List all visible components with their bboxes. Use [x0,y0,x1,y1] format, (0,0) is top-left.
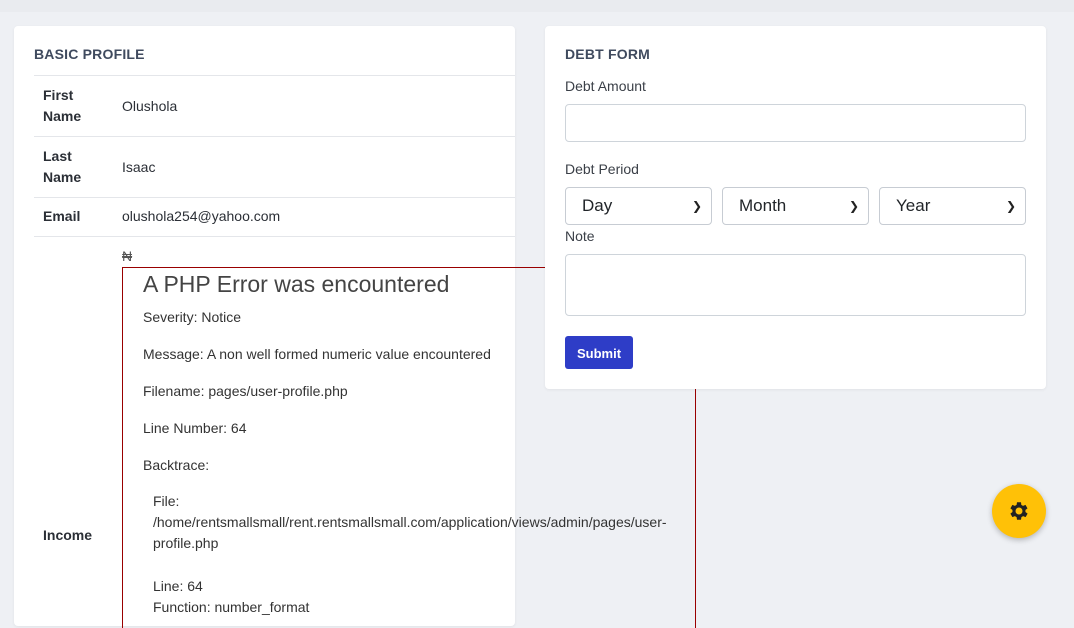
divider [34,136,515,137]
last-name-label: Last Name [43,148,82,185]
php-error-backtrace-label: Backtrace: [143,457,210,473]
backtrace-file-path: /home/rentsmallsmall/rent.rentsmallsmall… [153,514,667,551]
first-name-label: First Name [43,87,82,124]
backtrace-file-label: File: [153,493,180,509]
php-error-severity: Severity: Notice [143,309,242,325]
divider [34,197,515,198]
day-select-value: Day [582,196,613,215]
income-currency-symbol: ₦ [122,248,133,264]
basic-profile-title: BASIC PROFILE [34,46,145,62]
month-select-value: Month [739,196,787,215]
note-label: Note [565,228,595,244]
php-error-message: Message: A non well formed numeric value… [143,346,491,362]
php-error-line-number: Line Number: 64 [143,420,247,436]
debt-form-title: DEBT FORM [565,46,651,62]
divider [34,75,515,76]
settings-button[interactable] [992,484,1046,538]
gear-icon [1010,502,1028,520]
first-name-value: Olushola [122,98,178,114]
submit-button[interactable]: Submit [565,336,633,369]
day-select[interactable]: Day ❯ [565,187,712,225]
debt-amount-label: Debt Amount [565,78,646,94]
last-name-value: Isaac [122,159,156,175]
month-select[interactable]: Month ❯ [722,187,869,225]
chevron-down-icon: ❯ [691,199,702,213]
backtrace-line: Line: 64 [153,578,203,594]
debt-amount-input[interactable] [565,104,1026,142]
income-label: Income [43,527,93,543]
php-error-filename: Filename: pages/user-profile.php [143,383,348,399]
year-select-value: Year [896,196,931,215]
basic-profile-card: BASIC PROFILE First Name Olushola Last N… [14,26,696,628]
note-textarea[interactable] [565,254,1026,316]
chevron-down-icon: ❯ [1005,199,1016,213]
backtrace-function: Function: number_format [153,599,310,615]
debt-period-label: Debt Period [565,161,639,177]
email-label: Email [43,208,81,224]
email-value: olushola254@yahoo.com [122,208,281,224]
chevron-down-icon: ❯ [848,199,859,213]
php-error-title: A PHP Error was encountered [143,271,450,297]
divider [34,236,515,237]
debt-form-card: DEBT FORM Debt Amount Debt Period Day ❯ … [545,26,1046,389]
top-band [0,0,1074,12]
year-select[interactable]: Year ❯ [879,187,1026,225]
